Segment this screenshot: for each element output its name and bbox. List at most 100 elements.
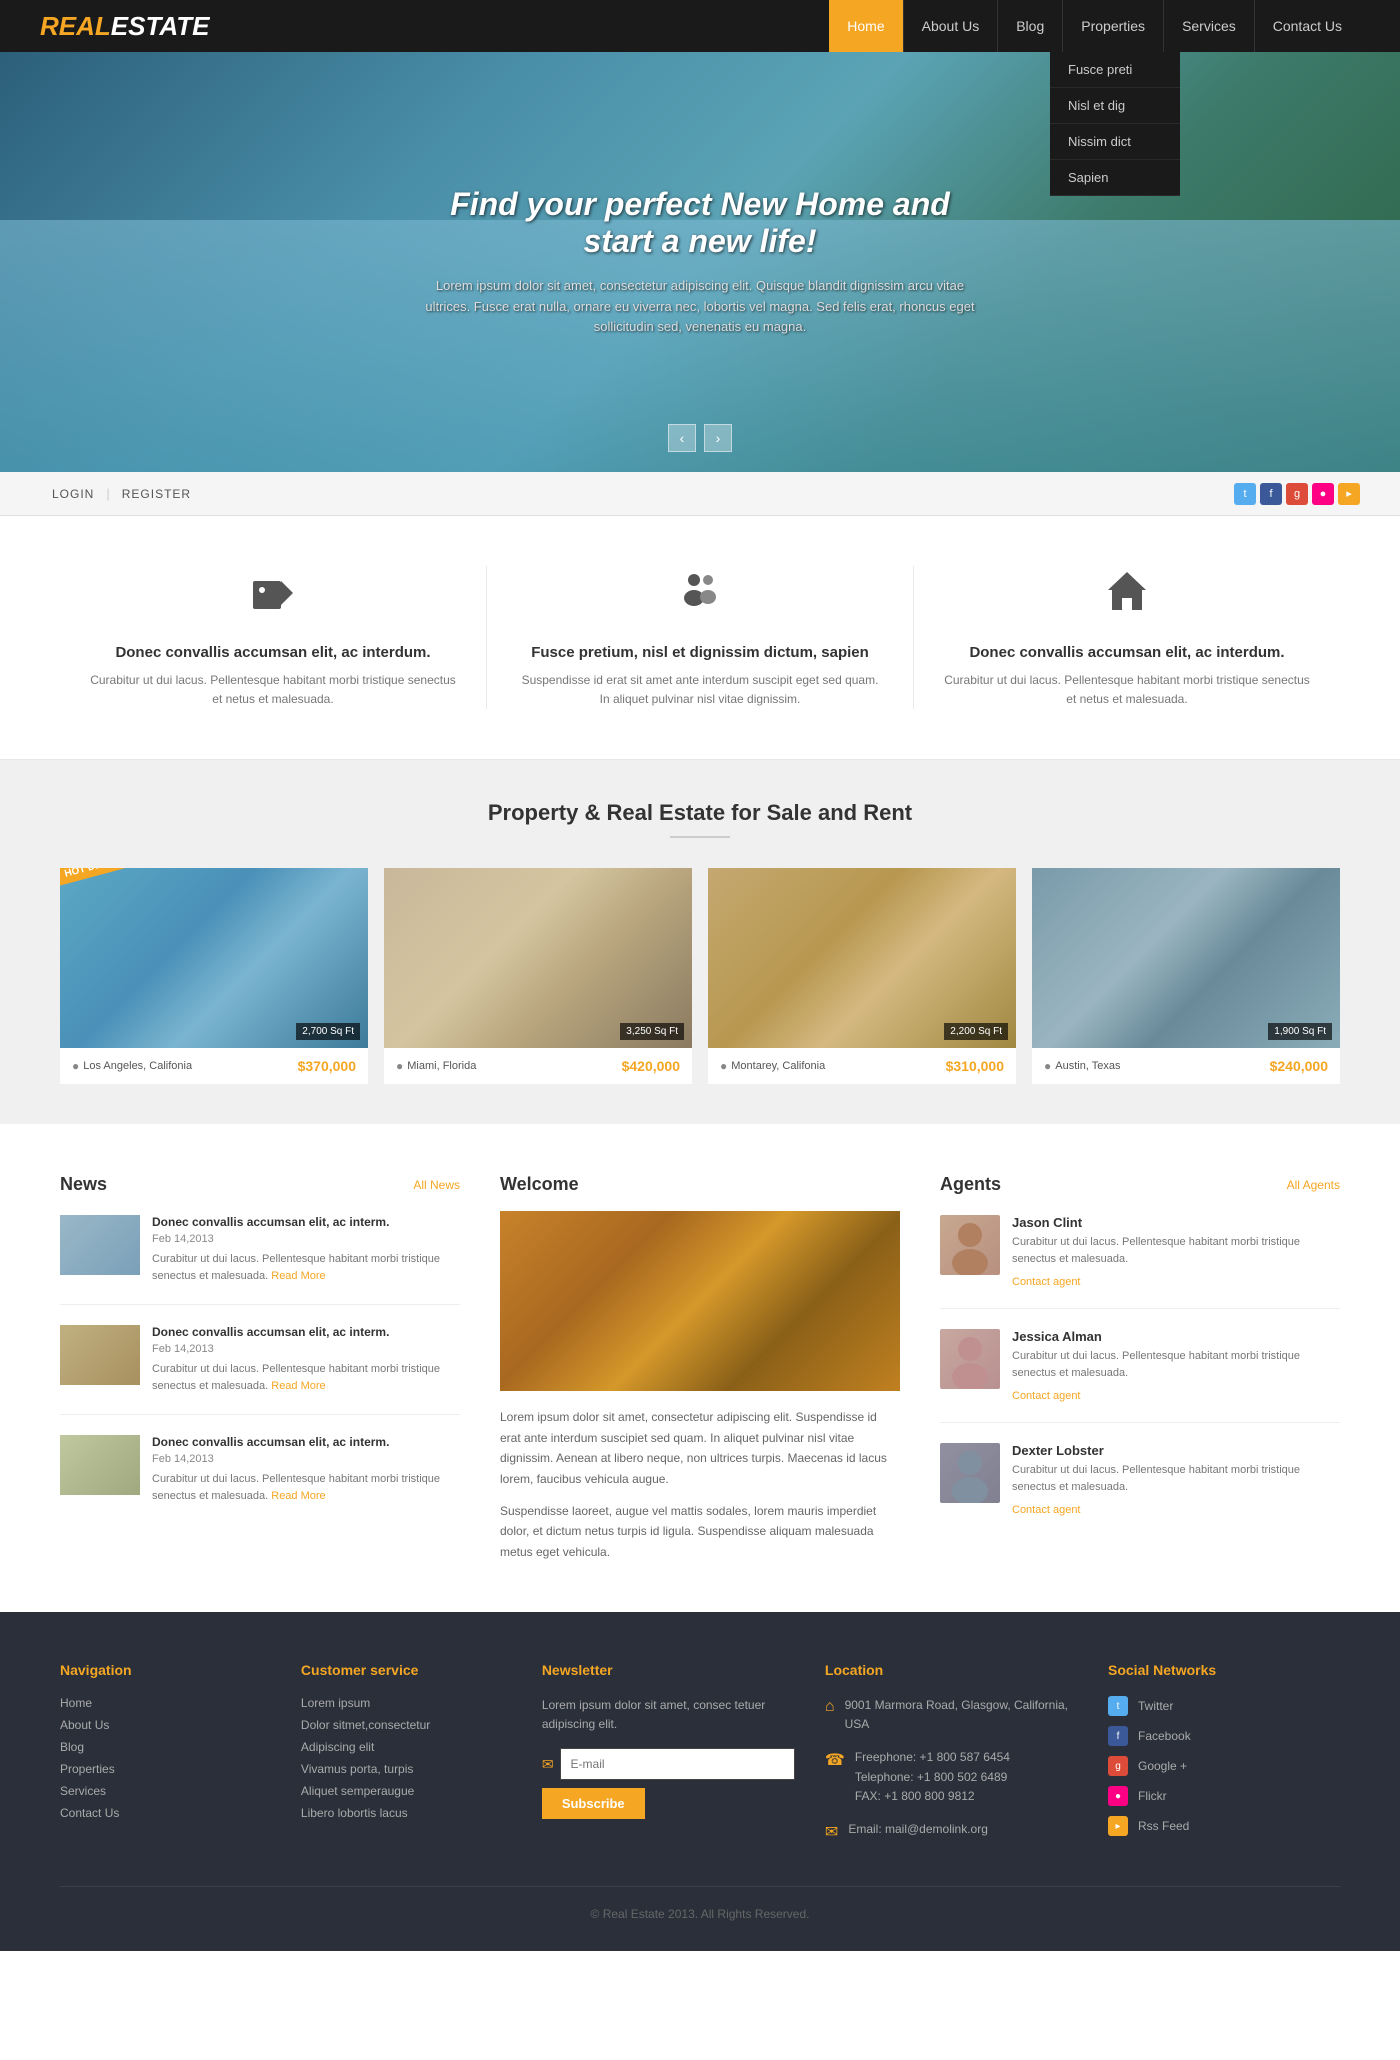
register-link[interactable]: REGISTER bbox=[110, 487, 203, 501]
news-content-1: Donec convallis accumsan elit, ac interm… bbox=[152, 1325, 460, 1394]
property-card-2[interactable]: 2,200 Sq Ft ● Montarey, Califonia $310,0… bbox=[708, 868, 1016, 1084]
footer-customer-service: Customer service Lorem ipsum Dolor sitme… bbox=[301, 1662, 512, 1856]
properties-section: Property & Real Estate for Sale and Rent… bbox=[0, 760, 1400, 1124]
flickr-badge: ● bbox=[1108, 1786, 1128, 1806]
social-flickr-row[interactable]: ● Flickr bbox=[1108, 1786, 1340, 1806]
agent-info-2: Dexter Lobster Curabitur ut dui lacus. P… bbox=[1012, 1443, 1340, 1516]
agents-heading: Agents bbox=[940, 1174, 1001, 1195]
rss-badge: ▸ bbox=[1108, 1816, 1128, 1836]
property-price-1: $420,000 bbox=[622, 1058, 680, 1074]
hero-prev-btn[interactable]: ‹ bbox=[668, 424, 696, 452]
nav-properties[interactable]: Properties bbox=[1062, 0, 1163, 52]
news-thumb-1 bbox=[60, 1325, 140, 1385]
property-card-3[interactable]: 1,900 Sq Ft ● Austin, Texas $240,000 bbox=[1032, 868, 1340, 1084]
footer-newsletter-title: Newsletter bbox=[542, 1662, 795, 1678]
feature-text-0: Curabitur ut dui lacus. Pellentesque hab… bbox=[90, 671, 456, 709]
social-google-row[interactable]: g Google + bbox=[1108, 1756, 1340, 1776]
property-price-3: $240,000 bbox=[1270, 1058, 1328, 1074]
contact-agent-1[interactable]: Contact agent bbox=[1012, 1390, 1081, 1402]
all-agents-link[interactable]: All Agents bbox=[1287, 1178, 1340, 1192]
news-content-0: Donec convallis accumsan elit, ac interm… bbox=[152, 1215, 460, 1284]
footer-cs-link-0[interactable]: Lorem ipsum bbox=[301, 1696, 512, 1710]
agents-header: Agents All Agents bbox=[940, 1174, 1340, 1195]
footer-nav-about[interactable]: About Us bbox=[60, 1718, 271, 1732]
footer-cs-link-3[interactable]: Vivamus porta, turpis bbox=[301, 1762, 512, 1776]
properties-title: Property & Real Estate for Sale and Rent bbox=[60, 800, 1340, 838]
google-badge: g bbox=[1108, 1756, 1128, 1776]
pin-icon-2: ● bbox=[720, 1059, 727, 1073]
footer-cs-link-1[interactable]: Dolor sitmet,consectetur bbox=[301, 1718, 512, 1732]
facebook-icon-bar[interactable]: f bbox=[1260, 483, 1282, 505]
read-more-0[interactable]: Read More bbox=[271, 1270, 325, 1282]
dropdown-item-fusce[interactable]: Fusce preti bbox=[1050, 52, 1180, 88]
login-links: LOGIN | REGISTER bbox=[40, 486, 203, 501]
flickr-icon-bar[interactable]: ● bbox=[1312, 483, 1334, 505]
phone-icon: ☎ bbox=[825, 1750, 845, 1806]
feature-text-1: Suspendisse id erat sit amet ante interd… bbox=[517, 671, 883, 709]
nav-contact[interactable]: Contact Us bbox=[1254, 0, 1360, 52]
hero-next-btn[interactable]: › bbox=[704, 424, 732, 452]
property-location-3: ● Austin, Texas bbox=[1044, 1059, 1120, 1073]
property-info-1: ● Miami, Florida $420,000 bbox=[384, 1048, 692, 1084]
social-rss-row[interactable]: ▸ Rss Feed bbox=[1108, 1816, 1340, 1836]
property-card-1[interactable]: 3,250 Sq Ft ● Miami, Florida $420,000 bbox=[384, 868, 692, 1084]
news-item-1: Donec convallis accumsan elit, ac interm… bbox=[60, 1325, 460, 1415]
agent-name-2: Dexter Lobster bbox=[1012, 1443, 1340, 1458]
social-icons-bar: t f g ● ▸ bbox=[1234, 483, 1360, 505]
news-date-2: Feb 14,2013 bbox=[152, 1453, 460, 1465]
header: REAL ESTATE Home About Us Blog Propertie… bbox=[0, 0, 1400, 52]
logo: REAL ESTATE bbox=[40, 11, 210, 42]
read-more-2[interactable]: Read More bbox=[271, 1490, 325, 1502]
dropdown-item-nissim[interactable]: Nissim dict bbox=[1050, 124, 1180, 160]
social-twitter-row[interactable]: t Twitter bbox=[1108, 1696, 1340, 1716]
nav-blog[interactable]: Blog bbox=[997, 0, 1062, 52]
main-nav: Home About Us Blog Properties Services C… bbox=[829, 0, 1360, 52]
agent-item-0: Jason Clint Curabitur ut dui lacus. Pell… bbox=[940, 1215, 1340, 1309]
property-location-0: ● Los Angeles, Califonia bbox=[72, 1059, 192, 1073]
logo-real: REAL bbox=[40, 11, 111, 42]
email-footer-icon: ✉ bbox=[825, 1822, 838, 1842]
footer-nav-services[interactable]: Services bbox=[60, 1784, 271, 1798]
newsletter-email-input[interactable] bbox=[560, 1748, 795, 1780]
footer-nav-home[interactable]: Home bbox=[60, 1696, 271, 1710]
login-link[interactable]: LOGIN bbox=[40, 487, 106, 501]
nav-services[interactable]: Services bbox=[1163, 0, 1254, 52]
bottom-section: News All News Donec convallis accumsan e… bbox=[0, 1124, 1400, 1612]
twitter-icon-bar[interactable]: t bbox=[1234, 483, 1256, 505]
footer-cs-link-5[interactable]: Libero lobortis lacus bbox=[301, 1806, 512, 1820]
social-facebook-row[interactable]: f Facebook bbox=[1108, 1726, 1340, 1746]
footer-nav-properties[interactable]: Properties bbox=[60, 1762, 271, 1776]
contact-agent-0[interactable]: Contact agent bbox=[1012, 1276, 1081, 1288]
dropdown-item-sapien[interactable]: Sapien bbox=[1050, 160, 1180, 196]
footer-cs-link-2[interactable]: Adipiscing elit bbox=[301, 1740, 512, 1754]
news-title-1: Donec convallis accumsan elit, ac interm… bbox=[152, 1325, 460, 1339]
footer-nav-contact[interactable]: Contact Us bbox=[60, 1806, 271, 1820]
footer-address-text: 9001 Marmora Road, Glasgow, California, … bbox=[845, 1696, 1078, 1734]
twitter-label: Twitter bbox=[1138, 1699, 1173, 1713]
property-price-0: $370,000 bbox=[298, 1058, 356, 1074]
dropdown-item-nisl[interactable]: Nisl et dig bbox=[1050, 88, 1180, 124]
footer: Navigation Home About Us Blog Properties… bbox=[0, 1612, 1400, 1951]
nav-home[interactable]: Home bbox=[829, 0, 902, 52]
footer-address: ⌂ 9001 Marmora Road, Glasgow, California… bbox=[825, 1696, 1078, 1734]
footer-navigation: Navigation Home About Us Blog Properties… bbox=[60, 1662, 271, 1856]
hero-text: Lorem ipsum dolor sit amet, consectetur … bbox=[420, 276, 980, 338]
contact-agent-2[interactable]: Contact agent bbox=[1012, 1504, 1081, 1516]
footer-location-title: Location bbox=[825, 1662, 1078, 1678]
subscribe-button[interactable]: Subscribe bbox=[542, 1788, 645, 1819]
footer-cs-link-4[interactable]: Aliquet semperaugue bbox=[301, 1784, 512, 1798]
read-more-1[interactable]: Read More bbox=[271, 1380, 325, 1392]
google-icon-bar[interactable]: g bbox=[1286, 483, 1308, 505]
news-title-0: Donec convallis accumsan elit, ac interm… bbox=[152, 1215, 460, 1229]
property-card-0[interactable]: HOT DEAL 2,700 Sq Ft ● Los Angeles, Cali… bbox=[60, 868, 368, 1084]
footer-nav-blog[interactable]: Blog bbox=[60, 1740, 271, 1754]
flickr-label: Flickr bbox=[1138, 1789, 1167, 1803]
address-icon: ⌂ bbox=[825, 1698, 835, 1734]
nav-about[interactable]: About Us bbox=[903, 0, 998, 52]
rss-icon-bar[interactable]: ▸ bbox=[1338, 483, 1360, 505]
property-img-1: 3,250 Sq Ft bbox=[384, 868, 692, 1048]
all-news-link[interactable]: All News bbox=[413, 1178, 460, 1192]
pin-icon-1: ● bbox=[396, 1059, 403, 1073]
facebook-label: Facebook bbox=[1138, 1729, 1191, 1743]
news-thumb-0 bbox=[60, 1215, 140, 1275]
